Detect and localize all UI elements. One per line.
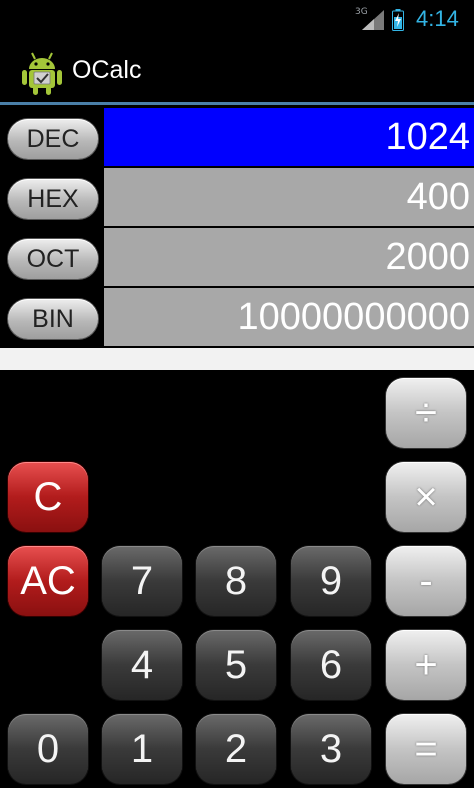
digit-0-button[interactable]: 0	[8, 714, 88, 784]
clear-button[interactable]: C	[8, 462, 88, 532]
separator-strip	[0, 348, 474, 370]
signal-icon	[362, 10, 384, 30]
digit-4-button[interactable]: 4	[102, 630, 182, 700]
android-icon	[22, 52, 62, 95]
app-title: OCalc	[72, 56, 142, 84]
dec-button[interactable]: DEC	[8, 119, 98, 159]
bin-button[interactable]: BIN	[8, 299, 98, 339]
multiply-button[interactable]: ×	[386, 462, 466, 532]
hex-button[interactable]: HEX	[8, 179, 98, 219]
bin-value[interactable]: 10000000000	[104, 288, 474, 346]
keypad: ÷ C × AC 7 8 9 - 4 5 6 + 0 1 2 3 =	[0, 370, 474, 788]
clock: 4:14	[416, 6, 459, 31]
digit-8-button[interactable]: 8	[196, 546, 276, 616]
plus-button[interactable]: +	[386, 630, 466, 700]
status-bar: 3G 4:14	[0, 0, 474, 38]
digit-3-button[interactable]: 3	[291, 714, 371, 784]
digit-6-button[interactable]: 6	[291, 630, 371, 700]
all-clear-button[interactable]: AC	[8, 546, 88, 616]
minus-button[interactable]: -	[386, 546, 466, 616]
action-bar: OCalc	[0, 38, 474, 104]
dec-value[interactable]: 1024	[104, 108, 474, 166]
digit-9-button[interactable]: 9	[291, 546, 371, 616]
equals-button[interactable]: =	[386, 714, 466, 784]
digit-1-button[interactable]: 1	[102, 714, 182, 784]
action-bar-divider	[0, 102, 474, 105]
oct-value[interactable]: 2000	[104, 228, 474, 286]
oct-button[interactable]: OCT	[8, 239, 98, 279]
base-display: DEC 1024 HEX 400 OCT 2000 BIN 1000000000…	[0, 106, 474, 348]
battery-icon	[392, 9, 404, 31]
digit-5-button[interactable]: 5	[196, 630, 276, 700]
digit-2-button[interactable]: 2	[196, 714, 276, 784]
digit-7-button[interactable]: 7	[102, 546, 182, 616]
hex-value[interactable]: 400	[104, 168, 474, 226]
divide-button[interactable]: ÷	[386, 378, 466, 448]
